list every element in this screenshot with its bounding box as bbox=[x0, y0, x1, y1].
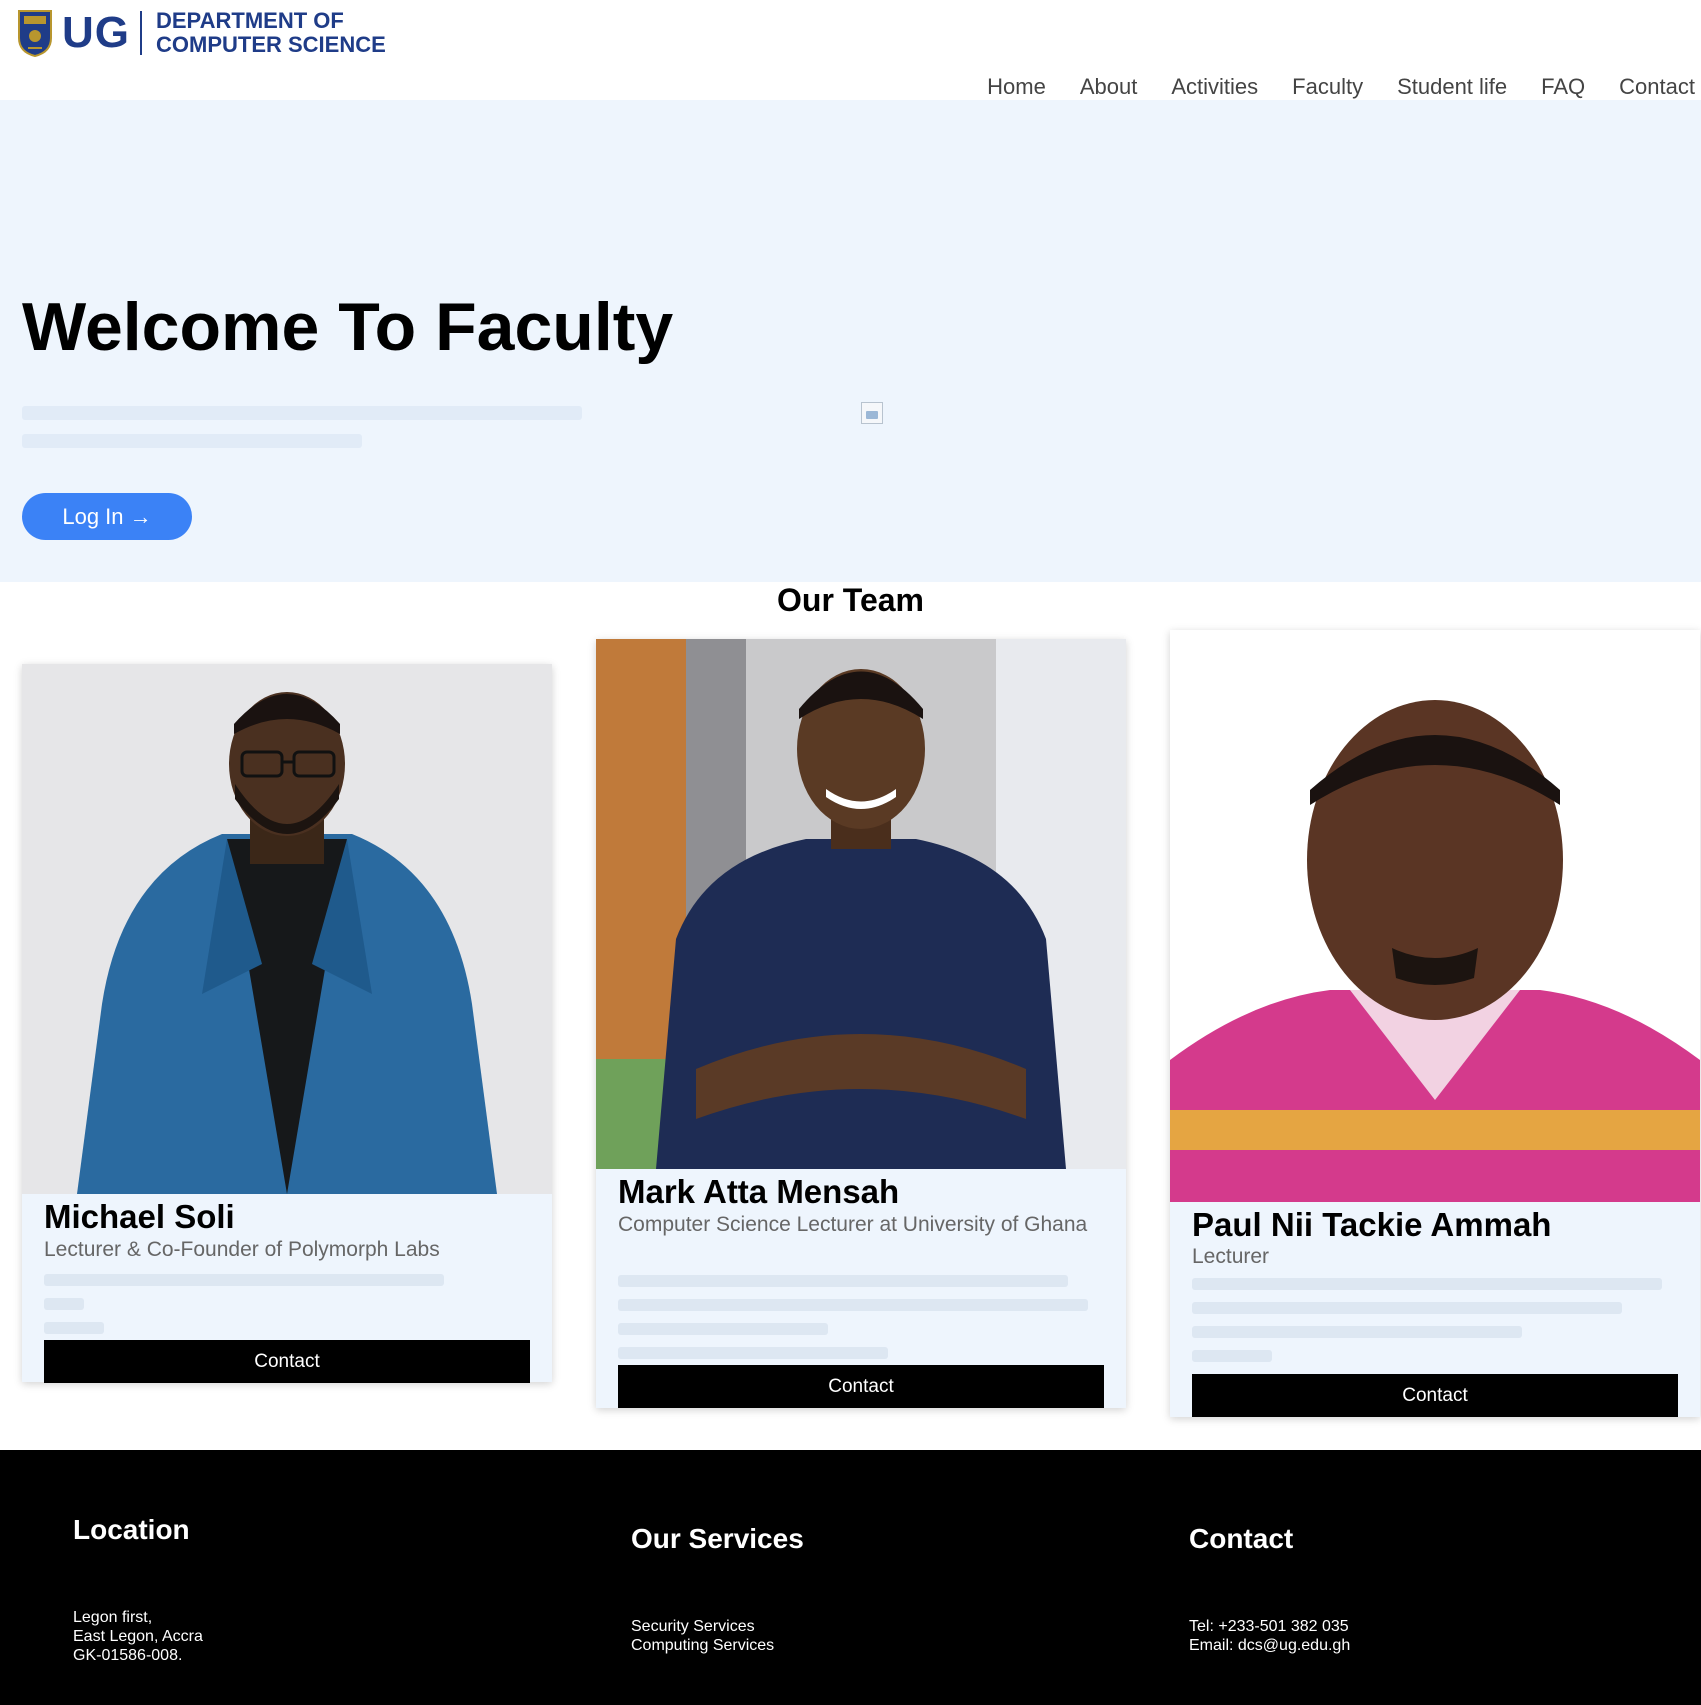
hero-title: Welcome To Faculty bbox=[22, 289, 674, 365]
team-member-role: Lecturer & Co-Founder of Polymorph Labs bbox=[44, 1238, 440, 1261]
footer-location-line: Legon first, bbox=[73, 1609, 153, 1626]
site-header: UG DEPARTMENT OF COMPUTER SCIENCE Home A… bbox=[0, 0, 1701, 100]
team-member-role: Computer Science Lecturer at University … bbox=[618, 1213, 1088, 1236]
footer-location-lines: Legon first, East Legon, Accra GK-01586-… bbox=[73, 1608, 203, 1665]
team-member-name: Paul Nii Tackie Ammah bbox=[1192, 1206, 1552, 1243]
team-member-bio-faded bbox=[1192, 1278, 1662, 1362]
main-nav: Home About Activities Faculty Student li… bbox=[970, 72, 1695, 102]
footer-location: Location Legon first, East Legon, Accra … bbox=[73, 1514, 203, 1665]
team-member-name: Mark Atta Mensah bbox=[618, 1173, 900, 1210]
nav-faq[interactable]: FAQ bbox=[1524, 72, 1602, 102]
footer-services: Our Services Security Services Computing… bbox=[631, 1523, 804, 1655]
team-card: Mark Atta Mensah Computer Science Lectur… bbox=[596, 639, 1126, 1408]
nav-home[interactable]: Home bbox=[970, 72, 1063, 102]
footer-service-item[interactable]: Security Services bbox=[631, 1617, 804, 1636]
team-member-photo bbox=[22, 664, 552, 1194]
logo-divider bbox=[140, 11, 142, 55]
team-card: Michael Soli Lecturer & Co-Founder of Po… bbox=[22, 664, 552, 1383]
team-member-name: Michael Soli bbox=[44, 1198, 235, 1235]
broken-image-icon bbox=[861, 402, 883, 424]
logo-text: UG bbox=[62, 8, 130, 57]
team-section-title: Our Team bbox=[777, 582, 924, 618]
hero-description-faded bbox=[22, 406, 582, 448]
nav-student-life[interactable]: Student life bbox=[1380, 72, 1524, 102]
footer-contact: Contact Tel: +233-501 382 035 Email: dcs… bbox=[1189, 1523, 1350, 1655]
login-button[interactable]: Log In → bbox=[22, 493, 192, 540]
footer-phone[interactable]: Tel: +233-501 382 035 bbox=[1189, 1617, 1350, 1636]
footer-location-line: East Legon, Accra bbox=[73, 1628, 203, 1645]
contact-button[interactable]: Contact bbox=[1192, 1374, 1678, 1417]
university-crest-icon bbox=[18, 10, 52, 58]
footer-service-item[interactable]: Computing Services bbox=[631, 1636, 804, 1655]
team-card: Paul Nii Tackie Ammah Lecturer Contact bbox=[1170, 630, 1700, 1417]
footer-email[interactable]: Email: dcs@ug.edu.gh bbox=[1189, 1636, 1350, 1655]
department-line-2: COMPUTER SCIENCE bbox=[156, 32, 386, 57]
nav-contact[interactable]: Contact bbox=[1602, 72, 1695, 102]
team-member-role: Lecturer bbox=[1192, 1245, 1270, 1268]
hero-description bbox=[22, 400, 612, 464]
nav-faculty[interactable]: Faculty bbox=[1275, 72, 1380, 102]
ug-logo[interactable]: UG DEPARTMENT OF COMPUTER SCIENCE bbox=[16, 8, 386, 58]
contact-button[interactable]: Contact bbox=[618, 1365, 1104, 1408]
team-member-photo bbox=[596, 639, 1126, 1169]
nav-activities[interactable]: Activities bbox=[1154, 72, 1275, 102]
hero-section: Welcome To Faculty Log In → bbox=[0, 100, 1701, 582]
footer-contact-title: Contact bbox=[1189, 1523, 1294, 1554]
footer-location-title: Location bbox=[73, 1514, 190, 1545]
team-member-photo bbox=[1170, 630, 1700, 1202]
team-member-bio-faded bbox=[618, 1275, 1088, 1359]
department-name: DEPARTMENT OF COMPUTER SCIENCE bbox=[156, 9, 386, 57]
footer-services-title: Our Services bbox=[631, 1523, 804, 1554]
contact-button[interactable]: Contact bbox=[44, 1340, 530, 1383]
department-line-1: DEPARTMENT OF bbox=[156, 8, 344, 33]
site-footer: Location Legon first, East Legon, Accra … bbox=[0, 1450, 1701, 1705]
team-member-bio-faded bbox=[44, 1274, 444, 1334]
footer-services-lines: Security Services Computing Services bbox=[631, 1617, 804, 1655]
nav-about[interactable]: About bbox=[1063, 72, 1155, 102]
footer-contact-lines: Tel: +233-501 382 035 Email: dcs@ug.edu.… bbox=[1189, 1617, 1350, 1655]
footer-location-line: GK-01586-008. bbox=[73, 1647, 183, 1664]
